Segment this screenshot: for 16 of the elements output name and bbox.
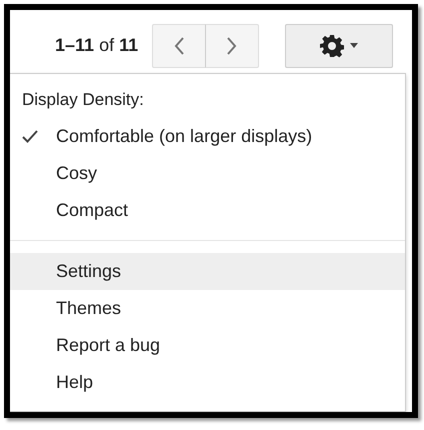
previous-button[interactable] (152, 24, 206, 68)
menu-item[interactable]: Settings (10, 253, 405, 290)
chevron-right-icon (227, 36, 238, 54)
page-count: 1–11 of 11 (55, 35, 138, 56)
menu-item[interactable]: Report a bug (10, 327, 405, 364)
settings-button[interactable] (285, 24, 394, 68)
next-button[interactable] (205, 24, 260, 68)
menu-item[interactable]: Help (10, 364, 405, 401)
menu-item[interactable]: Compact (10, 192, 405, 229)
menu-heading: Display Density: (21, 89, 145, 111)
chevron-left-icon (174, 36, 184, 54)
menu-item[interactable]: Comfortable (on larger displays) (10, 118, 405, 155)
settings-icon (320, 34, 344, 58)
menu-item[interactable]: Cosy (10, 155, 405, 192)
caret-icon (350, 43, 358, 48)
menu-item[interactable]: Themes (10, 290, 405, 327)
